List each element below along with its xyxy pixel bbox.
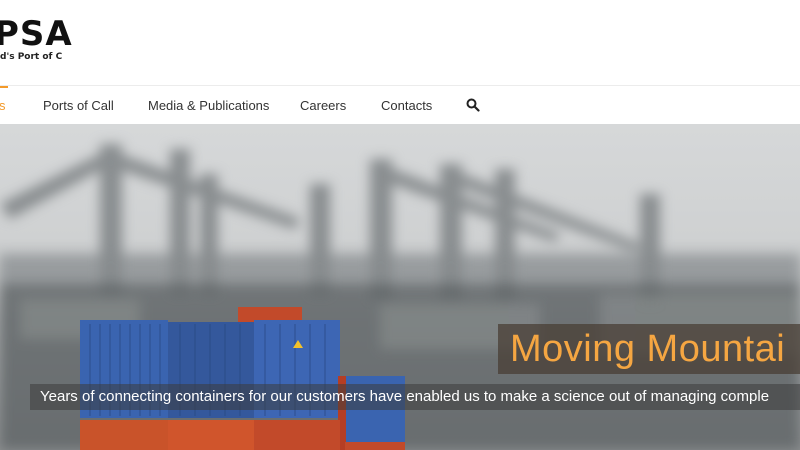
psa-logo[interactable]: PSA d's Port of Call	[0, 16, 73, 62]
hero-banner: Moving Mountai Years of connecting conta…	[0, 124, 800, 450]
hero-subtitle: Years of connecting containers for our c…	[40, 388, 770, 405]
nav-item-media-publications[interactable]: Media & Publications	[148, 98, 269, 113]
nav-item-ports-of-call[interactable]: Ports of Call	[43, 98, 114, 113]
logo-tagline: d's Port of Call	[0, 52, 62, 62]
nav-item-partial[interactable]: s	[0, 98, 6, 113]
hero-title-box: Moving Mountai	[498, 324, 800, 374]
site-header: PSA d's Port of Call	[0, 0, 800, 85]
nav-item-contacts[interactable]: Contacts	[381, 98, 432, 113]
hero-subtitle-box: Years of connecting containers for our c…	[30, 384, 800, 410]
search-icon	[466, 98, 480, 112]
search-button[interactable]	[466, 98, 480, 112]
logo-wordmark: PSA	[0, 14, 73, 54]
active-nav-indicator	[0, 86, 8, 88]
main-nav: s Ports of Call Media & Publications Car…	[0, 85, 800, 125]
hero-title: Moving Mountai	[510, 328, 786, 370]
nav-item-careers[interactable]: Careers	[300, 98, 346, 113]
